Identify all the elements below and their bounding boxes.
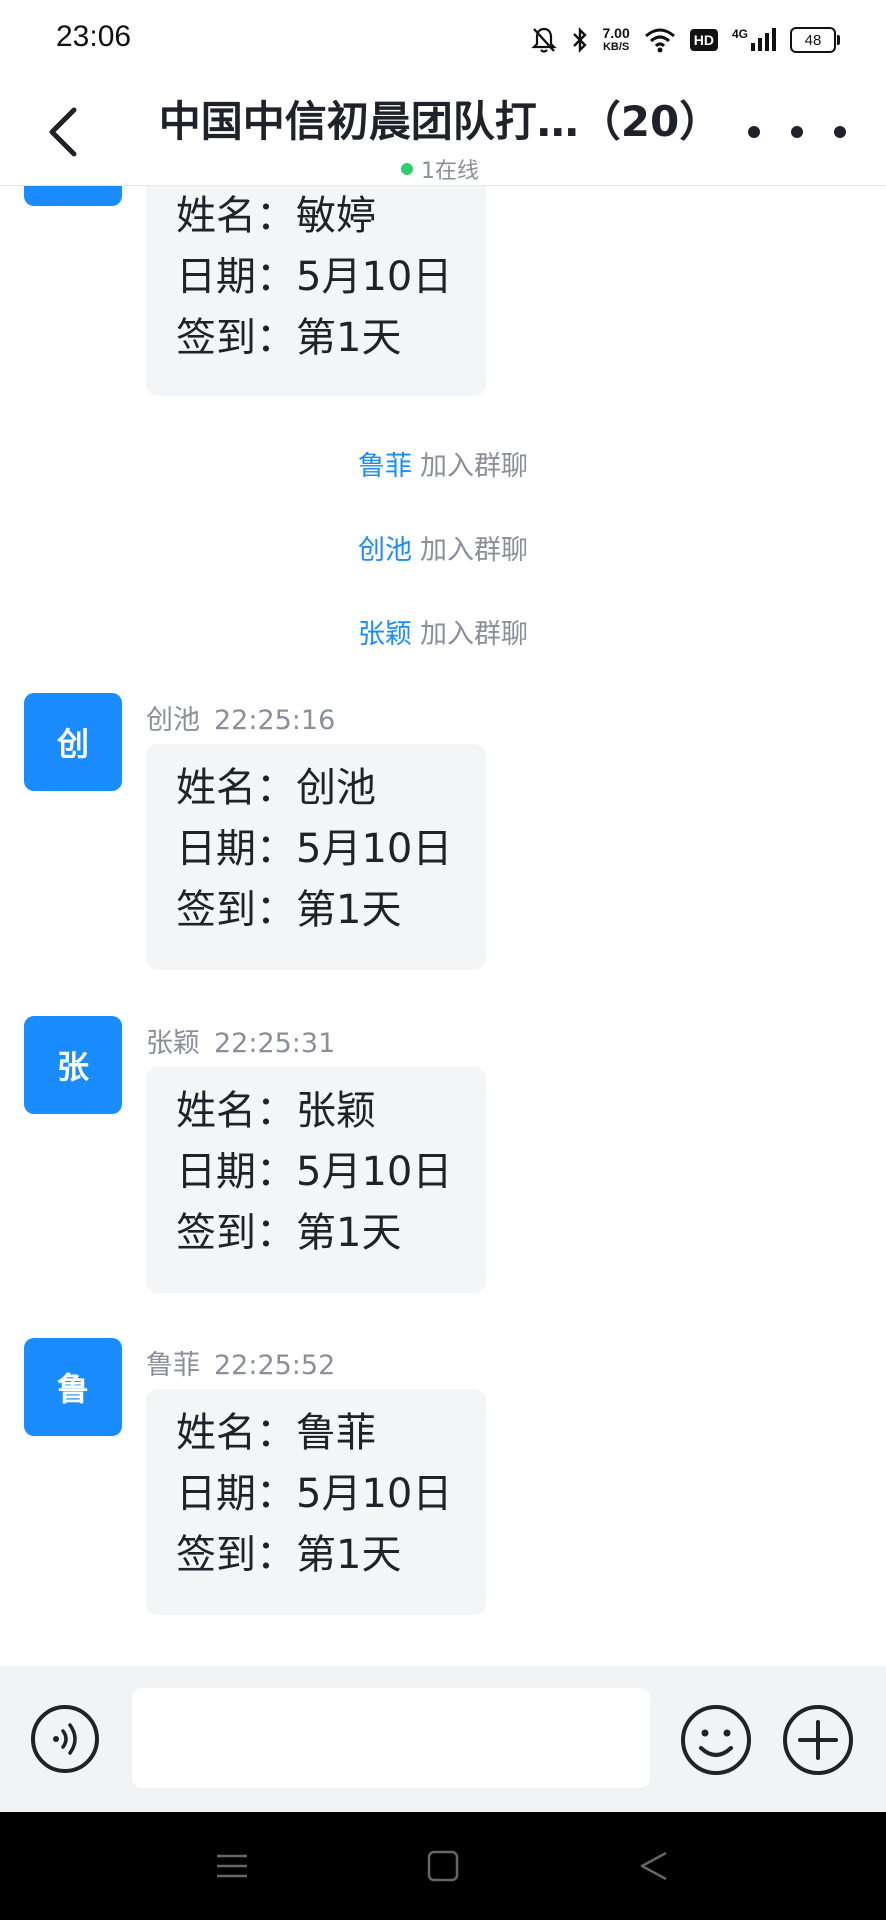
signal-icon: 4G [732, 27, 776, 53]
message-line: 签到：第1天 [176, 887, 402, 933]
input-bar [0, 1666, 886, 1812]
network-speed: 7.00 KB/S [602, 25, 630, 53]
bluetooth-icon [572, 27, 587, 53]
status-bar: 23:06 7.00 KB/S HD 4G 48 [0, 0, 886, 80]
avatar[interactable]: 创 [24, 693, 122, 791]
sender-name: 创池 [146, 705, 200, 736]
system-notice: 创池 加入群聊 [358, 535, 528, 566]
message-bubble[interactable]: 姓名：张颖 日期：5月10日 签到：第1天 [146, 1067, 486, 1293]
status-icons: 7.00 KB/S HD 4G 48 [530, 20, 840, 60]
message-bubble[interactable]: 姓名：鲁菲 日期：5月10日 签到：第1天 [146, 1389, 486, 1615]
online-dot-icon [401, 163, 413, 175]
more-dot-icon [748, 126, 760, 138]
message-bubble[interactable]: 姓名：创池 日期：5月10日 签到：第1天 [146, 744, 486, 970]
plus-icon[interactable] [782, 1704, 854, 1776]
message-line: 签到：第1天 [176, 315, 402, 361]
message-line: 签到：第1天 [176, 1210, 402, 1256]
back-arrow-icon[interactable] [44, 102, 84, 162]
message-meta: 张颖 22:25:31 [146, 1021, 335, 1060]
message-list[interactable]: 姓名：敏婷 日期：5月10日 签到：第1天 鲁菲 加入群聊 创池 加入群聊 张颖 加入… [0, 186, 886, 1666]
message-meta: 创池 22:25:16 [146, 698, 335, 737]
sender-name: 鲁菲 [146, 1350, 200, 1381]
avatar[interactable]: 鲁 [24, 1338, 122, 1436]
message-line: 日期：5月10日 [176, 1471, 453, 1517]
title-area[interactable]: 中国中信初晨团队打…（20） 1在线 [150, 88, 730, 185]
hd-badge: HD [689, 29, 718, 51]
back-nav-icon[interactable] [636, 1848, 672, 1884]
more-options-button[interactable] [748, 122, 846, 142]
message-time: 22:25:52 [214, 1350, 336, 1381]
wifi-icon [644, 28, 675, 53]
more-dot-icon [791, 126, 803, 138]
battery-icon: 48 [790, 27, 840, 53]
menu-icon[interactable] [214, 1848, 250, 1884]
avatar[interactable] [24, 186, 122, 206]
online-status: 1在线 [150, 153, 730, 185]
message-input[interactable] [132, 1688, 650, 1788]
avatar[interactable]: 张 [24, 1016, 122, 1114]
system-notice: 张颖 加入群聊 [358, 619, 528, 650]
mute-bell-icon [530, 27, 557, 53]
more-dot-icon [834, 126, 846, 138]
message-line: 日期：5月10日 [176, 826, 453, 872]
home-icon[interactable] [425, 1848, 461, 1884]
voice-icon[interactable] [30, 1704, 100, 1774]
system-notice: 鲁菲 加入群聊 [358, 451, 528, 482]
system-nav-bar [0, 1812, 886, 1920]
message-line: 日期：5月10日 [176, 254, 453, 300]
message-bubble[interactable]: 姓名：敏婷 日期：5月10日 签到：第1天 [146, 186, 486, 396]
emoji-icon[interactable] [680, 1704, 752, 1776]
notice-user-link[interactable]: 张颖 [358, 619, 412, 650]
group-title: 中国中信初晨团队打…（20） [158, 97, 722, 146]
message-line: 姓名：敏婷 [176, 193, 376, 239]
notice-user-link[interactable]: 创池 [358, 535, 412, 566]
status-time: 23:06 [56, 20, 132, 53]
message-line: 姓名：鲁菲 [176, 1410, 376, 1456]
message-meta: 鲁菲 22:25:52 [146, 1343, 335, 1382]
chat-header: 中国中信初晨团队打…（20） 1在线 [0, 80, 886, 186]
message-line: 日期：5月10日 [176, 1149, 453, 1195]
message-line: 签到：第1天 [176, 1532, 402, 1578]
message-line: 姓名：张颖 [176, 1088, 376, 1134]
message-time: 22:25:16 [214, 705, 336, 736]
message-line: 姓名：创池 [176, 765, 376, 811]
message-time: 22:25:31 [214, 1028, 336, 1059]
sender-name: 张颖 [146, 1028, 200, 1059]
notice-user-link[interactable]: 鲁菲 [358, 451, 412, 482]
